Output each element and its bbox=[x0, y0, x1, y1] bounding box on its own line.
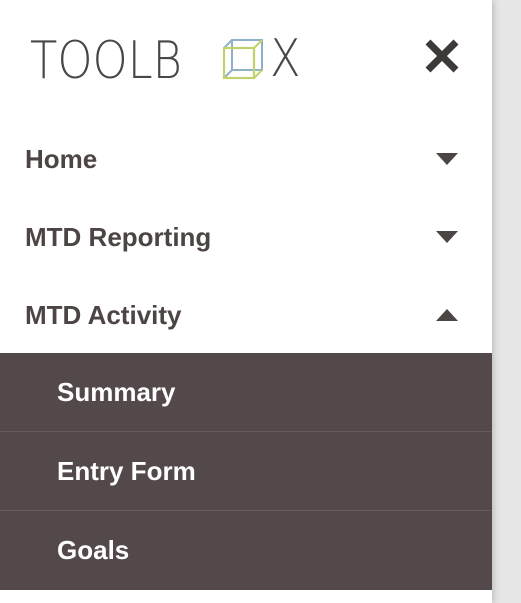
submenu-item-entry-form[interactable]: Entry Form bbox=[0, 432, 492, 511]
menu-item-home[interactable]: Home bbox=[0, 120, 492, 199]
menu-item-mtd-reporting[interactable]: MTD Reporting bbox=[0, 198, 492, 277]
submenu-item-goals[interactable]: Goals bbox=[0, 511, 492, 589]
chevron-up-icon bbox=[436, 309, 458, 321]
chevron-down-icon bbox=[436, 231, 458, 243]
menu-item-label: Home bbox=[25, 144, 98, 174]
chevron-down-icon bbox=[436, 153, 458, 165]
menu-item-label: MTD Activity bbox=[25, 300, 182, 330]
logo-text-right: X bbox=[270, 29, 301, 89]
submenu-item-label: Summary bbox=[57, 377, 176, 407]
logo-cube-icon bbox=[218, 34, 270, 86]
toolbox-logo[interactable]: TOOLB X bbox=[30, 31, 301, 91]
page-background bbox=[492, 0, 521, 603]
submenu-item-label: Entry Form bbox=[57, 456, 196, 486]
submenu-item-label: Goals bbox=[57, 535, 130, 565]
close-icon bbox=[425, 39, 459, 73]
submenu-item-summary[interactable]: Summary bbox=[0, 353, 492, 432]
navigation-drawer: TOOLB X Home MTD Reporting MTD Activity … bbox=[0, 0, 492, 603]
mtd-activity-submenu: Summary Entry Form Goals bbox=[0, 353, 492, 590]
drawer-header: TOOLB X bbox=[0, 0, 492, 121]
menu-item-mtd-activity[interactable]: MTD Activity bbox=[0, 276, 492, 353]
menu-item-label: MTD Reporting bbox=[25, 222, 212, 252]
close-button[interactable] bbox=[414, 28, 470, 84]
logo-text-left: TOOLB bbox=[30, 31, 182, 91]
